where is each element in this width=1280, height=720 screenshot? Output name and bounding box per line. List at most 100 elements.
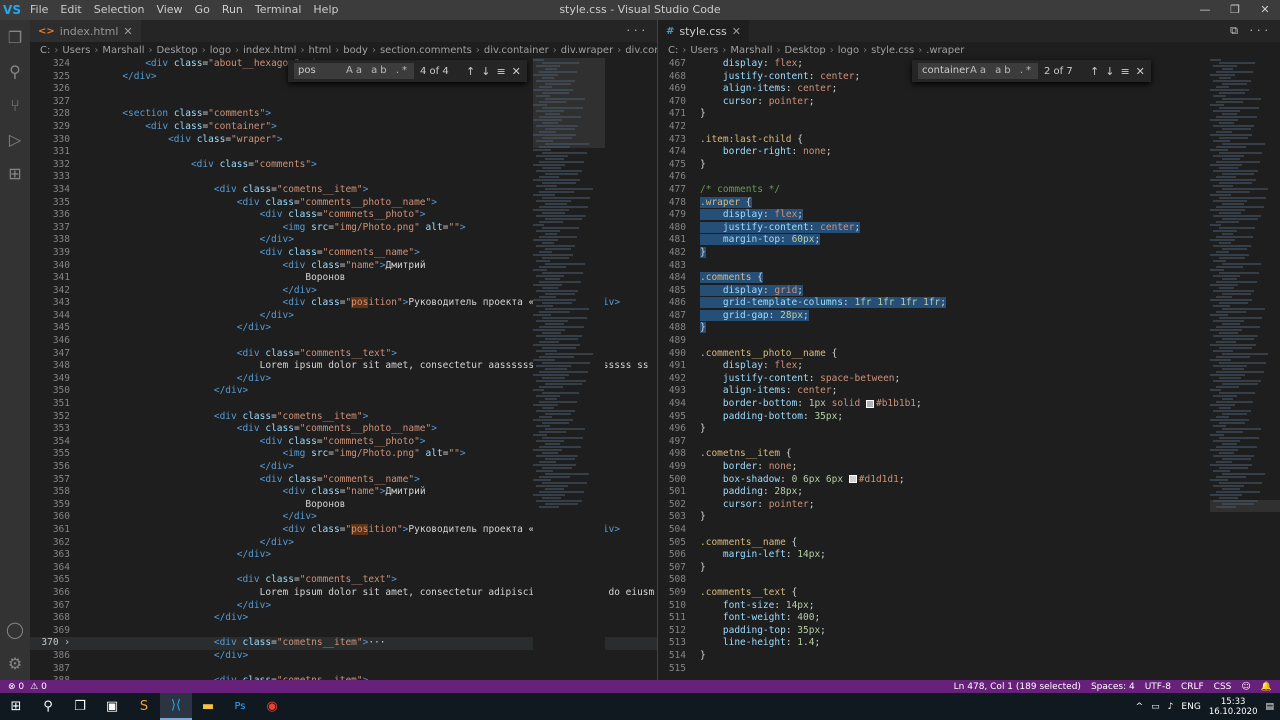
breadcrumb-item[interactable]: div.wraper bbox=[561, 45, 613, 56]
minimap-line bbox=[533, 419, 573, 421]
find-input[interactable]: container Aa ab .* bbox=[918, 63, 1038, 79]
minimap-line bbox=[542, 347, 576, 349]
menu-edit[interactable]: Edit bbox=[54, 0, 87, 20]
breadcrumb-item[interactable]: div.comment bbox=[625, 45, 657, 56]
feedback-icon[interactable]: ☺ bbox=[1241, 682, 1250, 692]
tab-style-css[interactable]: # style.css ✕ bbox=[658, 20, 749, 42]
errors-indicator[interactable]: ⊗ 0 bbox=[8, 682, 24, 692]
indentation[interactable]: Spaces: 4 bbox=[1091, 682, 1135, 692]
language-mode[interactable]: CSS bbox=[1214, 682, 1232, 692]
close-window-button[interactable]: ✕ bbox=[1250, 0, 1280, 20]
find-options-icon[interactable]: Aa ab .* bbox=[346, 63, 410, 79]
breadcrumb-item[interactable]: div.container bbox=[484, 45, 549, 56]
breadcrumb-item[interactable]: style.css bbox=[871, 45, 914, 56]
breadcrumb-item[interactable]: Users bbox=[690, 45, 718, 56]
breadcrumb-item[interactable]: C: bbox=[668, 45, 678, 56]
next-match-icon[interactable]: ↓ bbox=[481, 65, 490, 78]
minimize-button[interactable]: — bbox=[1190, 0, 1220, 20]
clock[interactable]: 15:33 16.10.2020 bbox=[1209, 697, 1258, 717]
run-debug-icon[interactable]: ▷ bbox=[0, 122, 30, 156]
menu-file[interactable]: File bbox=[24, 0, 54, 20]
cursor-position[interactable]: Ln 478, Col 1 (189 selected) bbox=[954, 682, 1081, 692]
minimap-line bbox=[1213, 455, 1255, 457]
settings-gear-icon[interactable]: ⚙ bbox=[0, 646, 30, 680]
breadcrumb-item[interactable]: .wraper bbox=[926, 45, 964, 56]
store-icon[interactable]: ▣ bbox=[96, 693, 128, 720]
warnings-indicator[interactable]: ⚠ 0 bbox=[30, 682, 47, 692]
minimap-line bbox=[1219, 272, 1259, 274]
close-tab-icon[interactable]: ✕ bbox=[123, 25, 132, 38]
next-match-icon[interactable]: ↓ bbox=[1105, 65, 1114, 78]
editor-more-actions-button[interactable]: ··· bbox=[627, 20, 650, 42]
menu-help[interactable]: Help bbox=[307, 0, 344, 20]
end-of-line[interactable]: CRLF bbox=[1181, 682, 1204, 692]
vscode-icon[interactable]: ⟩⟨ bbox=[160, 693, 192, 720]
breadcrumb-item[interactable]: Marshall bbox=[730, 45, 772, 56]
find-in-selection-icon[interactable]: ≡ bbox=[1120, 65, 1129, 78]
volume-icon[interactable]: ♪ bbox=[1168, 702, 1174, 712]
breadcrumb-item[interactable]: Marshall bbox=[102, 45, 144, 56]
menu-selection[interactable]: Selection bbox=[88, 0, 151, 20]
menu-go[interactable]: Go bbox=[189, 0, 216, 20]
breadcrumb-item[interactable]: C: bbox=[40, 45, 50, 56]
minimap-line bbox=[536, 230, 561, 232]
close-find-icon[interactable]: ✕ bbox=[512, 65, 521, 78]
source-control-icon[interactable]: ⑂ bbox=[0, 88, 30, 122]
notifications-icon[interactable]: 🔔 bbox=[1261, 682, 1272, 692]
breadcrumb-item[interactable]: Desktop bbox=[784, 45, 825, 56]
minimap-line bbox=[536, 245, 575, 247]
find-options-icon[interactable]: Aa ab .* bbox=[970, 63, 1034, 79]
minimap-line bbox=[1213, 140, 1230, 142]
windows-start-icon[interactable]: ⊞ bbox=[0, 693, 32, 720]
search-icon[interactable]: ⚲ bbox=[32, 693, 64, 720]
breadcrumb-item[interactable]: section.comments bbox=[380, 45, 472, 56]
minimap-line bbox=[533, 74, 559, 76]
find-in-selection-icon[interactable]: ≡ bbox=[496, 65, 505, 78]
explorer-icon[interactable]: ❐ bbox=[0, 20, 30, 54]
minimap[interactable] bbox=[1210, 58, 1280, 680]
split-editor-button[interactable]: ⧉ ··· bbox=[1230, 20, 1272, 42]
color-swatch[interactable] bbox=[848, 475, 857, 484]
close-tab-icon[interactable]: ✕ bbox=[732, 25, 741, 38]
sublime-icon[interactable]: S bbox=[128, 693, 160, 720]
minimap-line bbox=[533, 449, 562, 451]
breadcrumb-item[interactable]: body bbox=[343, 45, 368, 56]
code-line: 469 align-items: center; bbox=[668, 83, 838, 95]
menu-run[interactable]: Run bbox=[216, 0, 249, 20]
breadcrumb-item[interactable]: logo bbox=[210, 45, 231, 56]
minimap-line bbox=[536, 80, 575, 82]
menu-terminal[interactable]: Terminal bbox=[249, 0, 308, 20]
menu-view[interactable]: View bbox=[150, 0, 188, 20]
file-explorer-icon[interactable]: ▬ bbox=[192, 693, 224, 720]
close-find-icon[interactable]: ✕ bbox=[1136, 65, 1145, 78]
code-editor-css[interactable]: 467 display: flex; 468 justify-content: … bbox=[658, 58, 1280, 680]
task-view-icon[interactable]: ❐ bbox=[64, 693, 96, 720]
chrome-icon[interactable]: ◉ bbox=[256, 693, 288, 720]
breadcrumb-item[interactable]: html bbox=[308, 45, 331, 56]
breadcrumb-item[interactable]: Users bbox=[62, 45, 90, 56]
tray-chevron-icon[interactable]: ^ bbox=[1136, 702, 1144, 712]
breadcrumb-item[interactable]: logo bbox=[838, 45, 859, 56]
tab-index-html[interactable]: <> index.html ✕ bbox=[30, 20, 141, 42]
encoding[interactable]: UTF-8 bbox=[1145, 682, 1171, 692]
extensions-icon[interactable]: ⊞ bbox=[0, 156, 30, 190]
restore-button[interactable]: ❐ bbox=[1220, 0, 1250, 20]
previous-match-icon[interactable]: ↑ bbox=[466, 65, 475, 78]
minimap-line bbox=[536, 470, 554, 472]
search-icon[interactable]: ⚲ bbox=[0, 54, 30, 88]
network-icon[interactable]: ▭ bbox=[1151, 702, 1160, 712]
breadcrumb-item[interactable]: Desktop bbox=[156, 45, 197, 56]
action-center-icon[interactable]: ▤ bbox=[1265, 702, 1274, 712]
minimap-line bbox=[1213, 215, 1262, 217]
minimap-line bbox=[539, 176, 560, 178]
account-icon[interactable]: ◯ bbox=[0, 612, 30, 646]
input-language[interactable]: ENG bbox=[1181, 702, 1200, 712]
find-input[interactable]: pos Aa ab .* bbox=[294, 63, 414, 79]
breadcrumb-item[interactable]: index.html bbox=[243, 45, 296, 56]
previous-match-icon[interactable]: ↑ bbox=[1090, 65, 1099, 78]
minimap[interactable] bbox=[533, 58, 605, 680]
vscode-logo-icon[interactable]: VS bbox=[0, 0, 24, 20]
minimap-line bbox=[542, 302, 573, 304]
photoshop-icon[interactable]: Ps bbox=[224, 693, 256, 720]
color-swatch[interactable] bbox=[865, 399, 874, 408]
